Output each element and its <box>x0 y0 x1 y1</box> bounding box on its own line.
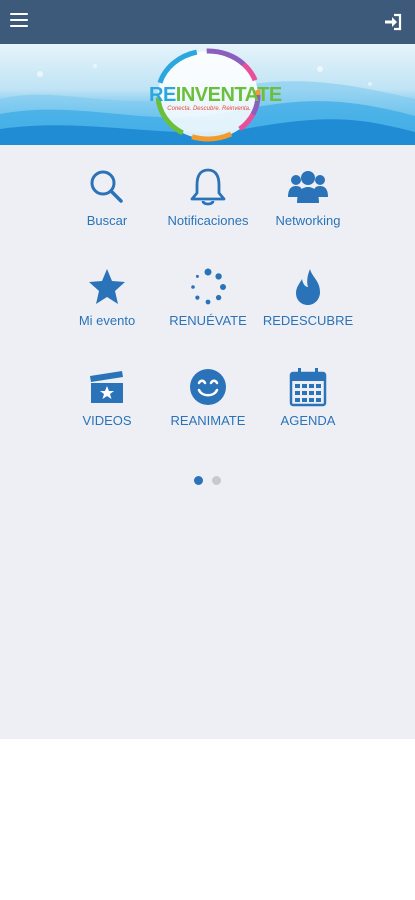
calendar-icon <box>289 368 327 407</box>
menu-item-notificaciones[interactable]: Notificaciones <box>158 167 258 228</box>
menu-item-label: REDESCUBRE <box>262 313 354 328</box>
logo-wordmark: REINVENTATE <box>149 84 282 106</box>
menu-item-label: VIDEOS <box>82 413 132 428</box>
menu-item-reanimate[interactable]: REANIMATE <box>158 367 258 428</box>
menu-item-networking[interactable]: Networking <box>258 167 358 228</box>
header-banner: REINVENTATE Conecta. Descubre. Reinventa… <box>0 44 415 145</box>
menu-item-agenda[interactable]: AGENDA <box>258 367 358 428</box>
search-icon <box>90 170 123 203</box>
bell-icon <box>190 168 226 206</box>
page-dot-1[interactable] <box>194 476 204 485</box>
menu-item-buscar[interactable]: Buscar <box>57 167 157 228</box>
page-indicator <box>0 472 415 485</box>
smile-icon <box>190 369 226 405</box>
users-icon <box>288 171 328 203</box>
menu-item-label: Notificaciones <box>167 213 249 228</box>
menu-item-renuevate[interactable]: RENUÉVATE <box>158 267 258 328</box>
menu-item-label: Networking <box>275 213 341 228</box>
top-app-bar <box>0 0 415 44</box>
sign-in-icon[interactable] <box>383 12 403 32</box>
menu-item-label: Mi evento <box>78 313 136 328</box>
star-icon <box>89 269 125 304</box>
menu-item-mi-evento[interactable]: Mi evento <box>57 267 157 328</box>
clapperboard-icon <box>90 371 123 403</box>
hamburger-menu-icon[interactable] <box>10 13 28 29</box>
fire-icon <box>296 269 320 305</box>
logo-tagline: Conecta. Descubre. Reinventa. <box>167 106 251 112</box>
menu-item-label: REANIMATE <box>170 413 246 428</box>
menu-item-videos[interactable]: VIDEOS <box>57 367 157 428</box>
menu-item-label: AGENDA <box>280 413 336 428</box>
spinner-icon <box>191 268 226 305</box>
menu-item-label: Buscar <box>86 213 128 228</box>
menu-item-label: RENUÉVATE <box>169 313 247 328</box>
main-menu-panel: Buscar Notificaciones Networking Mi even… <box>0 145 415 739</box>
page-dot-2[interactable] <box>211 476 221 485</box>
menu-item-redescubre[interactable]: REDESCUBRE <box>258 267 358 328</box>
